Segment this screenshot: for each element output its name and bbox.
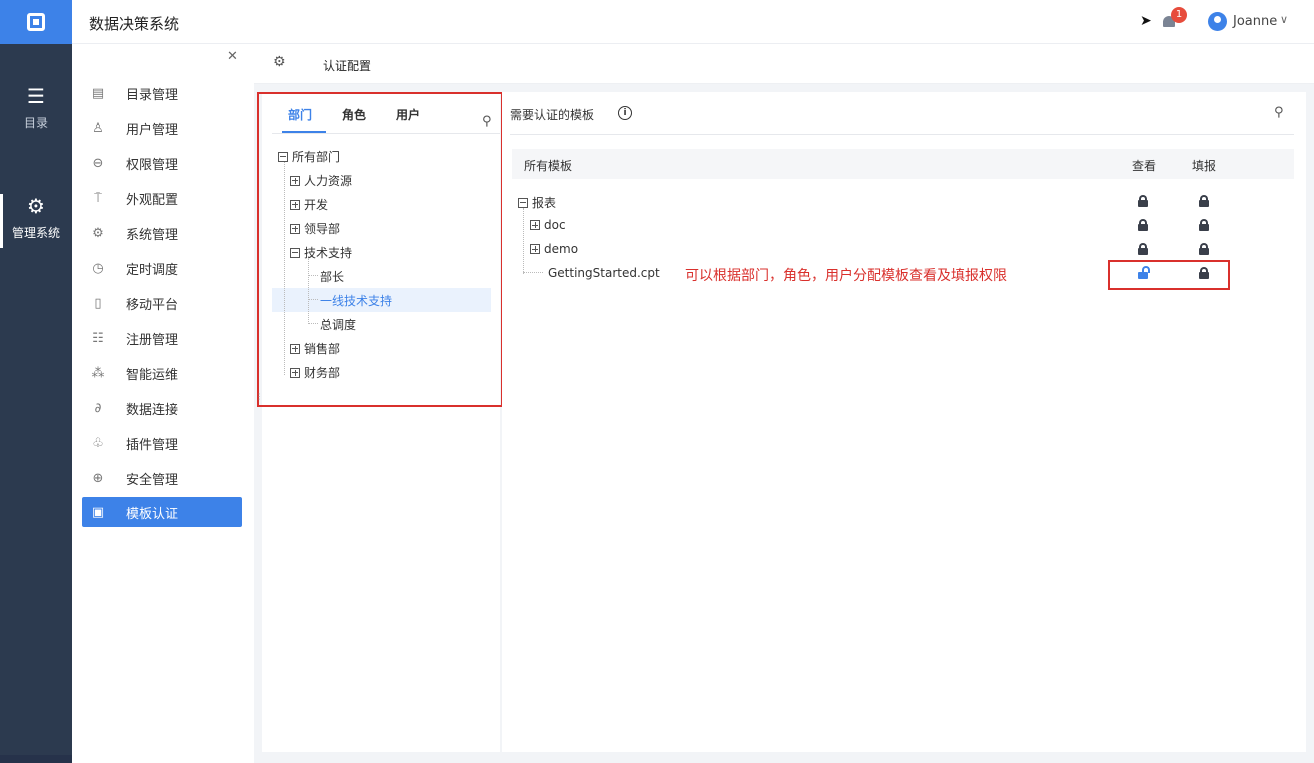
mobile-icon: ▯ [94,295,102,311]
template-row-doc[interactable]: doc [530,218,566,232]
template-panel-title: 需要认证的模板 [510,108,595,122]
menu-item-label: 系统管理 [126,227,179,243]
column-header-view: 查看 [1132,159,1157,173]
tree-guide-line [523,272,543,273]
template-table-header: 所有模板 查看 填报 [512,149,1294,179]
rail-item-label: 目录 [23,116,48,130]
rail-item-catalog[interactable]: ☰ 目录 [0,86,72,131]
brush-icon: ⍑ [94,190,102,206]
rail-item-label: 管理系统 [11,226,60,240]
user-icon: ♙ [92,120,104,136]
menu-item-security[interactable]: ⊕ 安全管理 [82,463,242,493]
annotation-text: 可以根据部门，角色，用户分配模板查看及填报权限 [685,268,1007,284]
gear-icon: ⚙ [92,225,104,241]
template-row-label: 报表 [532,196,557,210]
lock-icon[interactable] [1138,195,1148,207]
highlight-box-permissions [1108,260,1230,290]
page-title: 认证配置 [323,59,372,73]
menu-item-catalog[interactable]: ▤ 目录管理 [82,78,242,108]
highlight-box-tree [257,92,503,407]
template-row-label: doc [544,218,566,232]
lock-icon: ⊖ [92,155,104,171]
menu-item-data-connection[interactable]: ∂ 数据连接 [82,393,242,423]
settings-gear-icon[interactable]: ⚙ [273,54,286,70]
menu-item-label: 安全管理 [126,472,179,488]
ops-icon: ⁂ [91,365,105,381]
template-row-label: GettingStarted.cpt [548,266,660,280]
catalog-icon: ▤ [91,85,105,101]
user-name[interactable]: Joanne [1233,14,1277,29]
rail-item-management[interactable]: ⚙ 管理系统 [0,196,72,241]
rail-footer [0,755,72,763]
menu-item-label: 插件管理 [126,437,179,453]
lock-icon[interactable] [1199,219,1209,231]
menu-item-label: 智能运维 [126,367,179,383]
gear-icon: ⚙ [27,194,45,218]
menu-item-users[interactable]: ♙ 用户管理 [82,113,242,143]
menu-item-label: 权限管理 [126,157,179,173]
menu-item-mobile[interactable]: ▯ 移动平台 [82,288,242,318]
menu-item-label: 移动平台 [126,297,179,313]
menu-item-schedule[interactable]: ◷ 定时调度 [82,253,242,283]
search-icon[interactable]: ⚲ [1274,105,1284,120]
lock-icon[interactable] [1199,195,1209,207]
template-row-root[interactable]: 报表 [518,194,556,211]
menu-item-register[interactable]: ☷ 注册管理 [82,323,242,353]
lock-icon[interactable] [1138,243,1148,255]
expand-icon[interactable] [530,244,540,254]
top-bar: 数据决策系统 ➤ 1 Joanne ∨ [72,0,1314,44]
column-header-name: 所有模板 [524,159,573,173]
tree-guide-line [523,208,524,274]
menu-item-label: 注册管理 [126,332,179,348]
resize-handle[interactable]: ⋮ [255,393,263,401]
app-title: 数据决策系统 [89,15,180,33]
menu-item-plugins[interactable]: ♧ 插件管理 [82,428,242,458]
menu-item-label: 外观配置 [126,192,179,208]
register-icon: ☷ [92,330,104,346]
menu-item-system[interactable]: ⚙ 系统管理 [82,218,242,248]
lock-icon[interactable] [1199,243,1209,255]
mouse-cursor-icon: ➤ [1140,13,1152,29]
menu-item-ops[interactable]: ⁂ 智能运维 [82,358,242,388]
avatar[interactable] [1208,12,1227,31]
lock-icon[interactable] [1138,219,1148,231]
template-auth-icon: ▣ [91,504,105,520]
shield-icon: ⊕ [92,470,104,486]
page-header: ⚙ 认证配置 [254,44,1314,84]
app-logo-icon[interactable] [0,0,72,44]
list-icon: ☰ [27,84,45,108]
menu-item-template-auth[interactable]: ▣ 模板认证 [82,497,242,527]
management-menu: ✕ ▤ 目录管理 ♙ 用户管理 ⊖ 权限管理 ⍑ 外观配置 ⚙ 系统管理 ◷ 定时调度 ▯ 移… [72,44,254,763]
menu-item-appearance[interactable]: ⍑ 外观配置 [82,183,242,213]
info-icon[interactable]: i [618,106,632,120]
timer-icon: ◷ [92,260,104,276]
menu-item-label: 模板认证 [126,506,179,522]
template-row-demo[interactable]: demo [530,242,578,256]
left-rail: ☰ 目录 ⚙ 管理系统 [0,0,72,763]
link-icon: ∂ [94,400,102,416]
template-row-getting-started[interactable]: GettingStarted.cpt [548,266,660,280]
notification-badge: 1 [1171,7,1187,23]
column-header-fill: 填报 [1192,159,1217,173]
pin-icon[interactable]: ✕ [227,49,238,64]
expand-icon[interactable] [530,220,540,230]
menu-item-permissions[interactable]: ⊖ 权限管理 [82,148,242,178]
menu-item-label: 数据连接 [126,402,179,418]
divider [510,134,1294,135]
collapse-icon[interactable] [518,197,528,208]
template-row-label: demo [544,242,579,256]
template-panel: 需要认证的模板 i ⚲ 所有模板 查看 填报 报表 doc demo Getti… [502,92,1306,752]
chevron-down-icon[interactable]: ∨ [1280,13,1288,26]
plugin-icon: ♧ [92,435,104,451]
menu-item-label: 用户管理 [126,122,179,138]
menu-item-label: 定时调度 [126,262,179,278]
menu-item-label: 目录管理 [126,87,179,103]
